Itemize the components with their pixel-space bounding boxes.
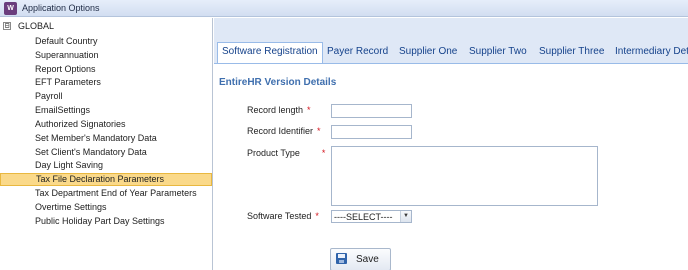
collapse-icon[interactable]: ⊟ [3,22,11,30]
software-tested-label: Software Tested * [247,211,319,221]
tree-item-clients-mandatory-data[interactable]: Set Client's Mandatory Data [33,146,147,159]
tree-item-public-holiday-part-day[interactable]: Public Holiday Part Day Settings [33,215,165,228]
options-panel: Software Registration Payer Record Suppl… [214,18,688,270]
tree-item-authorized-signatories[interactable]: Authorized Signatories [33,118,126,131]
title-bar: W Application Options [0,0,688,17]
tab-strip: Software Registration Payer Record Suppl… [214,18,688,63]
chevron-down-icon[interactable]: ▼ [400,211,411,222]
software-tested-value: ----SELECT---- [334,212,393,222]
product-type-label: Product Type * [247,148,326,158]
tree-root-label: GLOBAL [18,21,55,31]
tree-item-default-country[interactable]: Default Country [33,35,98,48]
tab-payer-record[interactable]: Payer Record [327,43,388,62]
tab-supplier-three[interactable]: Supplier Three [539,43,604,62]
tab-software-registration[interactable]: Software Registration [217,42,323,63]
required-marker: * [315,211,319,221]
tree-item-email-settings[interactable]: EmailSettings [33,104,90,117]
required-marker: * [307,105,311,115]
tree-item-report-options[interactable]: Report Options [33,63,96,76]
software-tested-select[interactable]: ----SELECT---- ▼ [331,210,412,223]
product-type-textarea[interactable] [331,146,598,206]
tree-item-payroll[interactable]: Payroll [33,90,63,103]
record-length-label: Record length * [247,105,311,115]
tree-item-day-light-saving[interactable]: Day Light Saving [33,159,103,172]
section-title: EntireHR Version Details [219,77,337,88]
required-marker: * [317,126,321,136]
record-identifier-label: Record Identifier * [247,126,321,136]
record-length-input[interactable] [331,104,412,118]
tree-item-members-mandatory-data[interactable]: Set Member's Mandatory Data [33,132,157,145]
tree-item-superannuation[interactable]: Superannuation [33,49,99,62]
tab-supplier-two[interactable]: Supplier Two [469,43,527,62]
window-title: Application Options [22,3,100,13]
tree-item-eft-parameters[interactable]: EFT Parameters [33,76,101,89]
record-identifier-input[interactable] [331,125,412,139]
required-marker: * [321,148,326,158]
tree-item-tax-department-eoy[interactable]: Tax Department End of Year Parameters [33,187,197,200]
tab-supplier-one[interactable]: Supplier One [399,43,457,62]
tab-intermediary-details[interactable]: Intermediary Deta [615,43,688,62]
tree-item-overtime-settings[interactable]: Overtime Settings [33,201,107,214]
floppy-disk-icon [336,253,347,264]
options-tree[interactable]: ⊟ GLOBAL Default Country Superannuation … [0,18,213,270]
save-label: Save [356,254,379,265]
tree-item-tax-file-declaration[interactable]: Tax File Declaration Parameters [0,173,212,186]
software-registration-form: EntireHR Version Details Record length * … [214,63,688,270]
save-button[interactable]: Save [330,248,391,270]
app-options-icon: W [4,2,17,15]
